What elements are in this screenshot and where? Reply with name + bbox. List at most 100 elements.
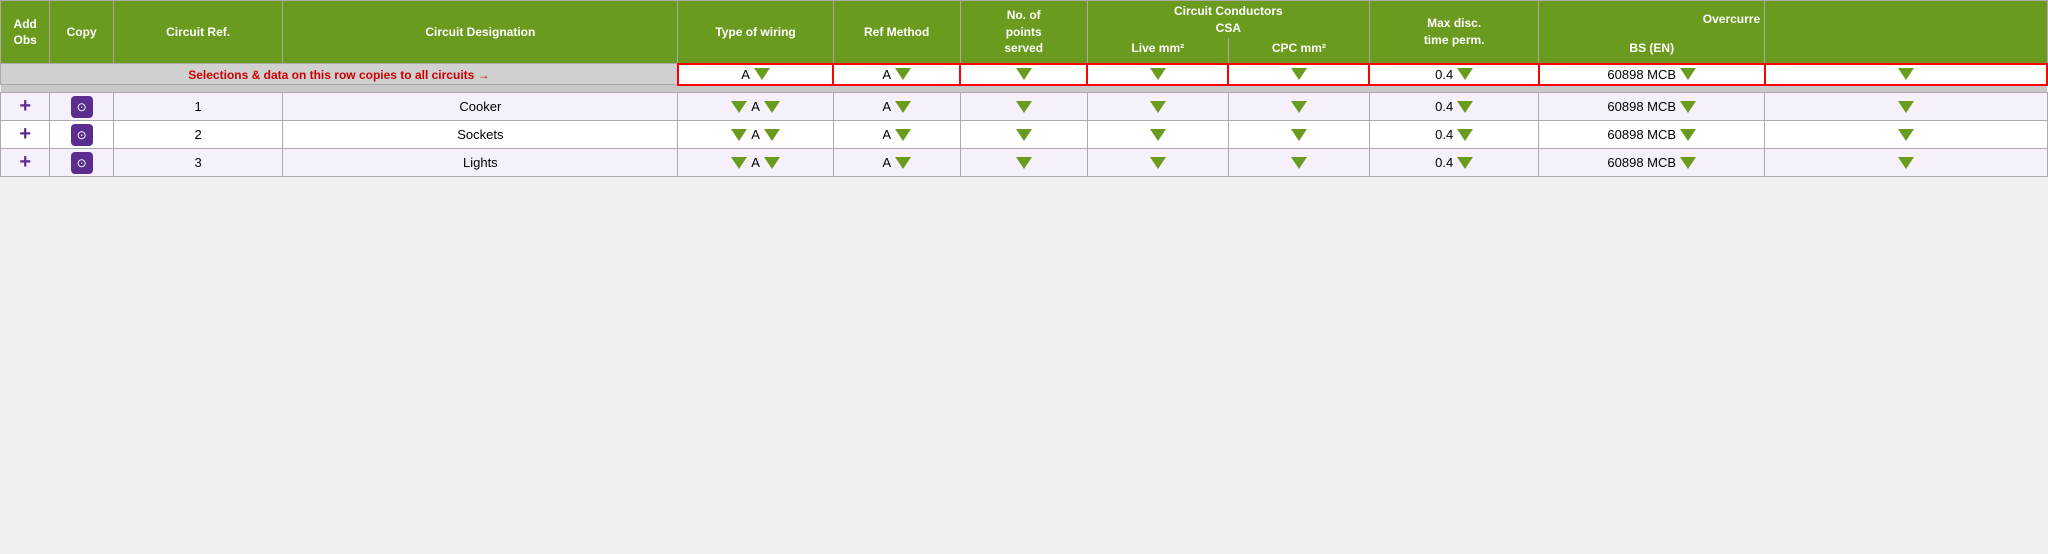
wiring-2[interactable]: A	[678, 121, 833, 149]
live-mm2-header: Live mm²	[1087, 38, 1228, 59]
bsen-arrow-2[interactable]	[1680, 129, 1696, 141]
live-1[interactable]	[1087, 93, 1228, 121]
copy-maxdisc-value: 0.4	[1435, 67, 1453, 82]
extra-1[interactable]	[1765, 93, 2047, 121]
copy-wiring-cell[interactable]: A	[678, 64, 833, 85]
copy-bsen-arrow[interactable]	[1680, 68, 1696, 80]
points-2[interactable]	[960, 121, 1087, 149]
live-arrow-3[interactable]	[1150, 157, 1166, 169]
maxdisc-arrow-1[interactable]	[1457, 101, 1473, 113]
points-arrow-3[interactable]	[1016, 157, 1032, 169]
cpc-3[interactable]	[1228, 149, 1369, 177]
copy-maxdisc-cell[interactable]: 0.4	[1369, 64, 1538, 85]
points-1[interactable]	[960, 93, 1087, 121]
copy-bsen-value: 60898 MCB	[1607, 67, 1676, 82]
ref-method-header: Ref Method	[833, 1, 960, 64]
copy-icon-1[interactable]: ⊙	[50, 93, 114, 121]
maxdisc-2[interactable]: 0.4	[1369, 121, 1538, 149]
extra-arrow-2[interactable]	[1898, 129, 1914, 141]
no-of-points-header: No. ofpointsserved	[960, 1, 1087, 64]
refmethod-1[interactable]: A	[833, 93, 960, 121]
refmethod-2[interactable]: A	[833, 121, 960, 149]
copy-refmethod-cell[interactable]: A	[833, 64, 960, 85]
copy-wiring-value: A	[741, 67, 750, 82]
maxdisc-arrow-2[interactable]	[1457, 129, 1473, 141]
add-btn-3[interactable]: +	[1, 149, 50, 177]
live-arrow-1[interactable]	[1150, 101, 1166, 113]
bsen-arrow-3[interactable]	[1680, 157, 1696, 169]
live-3[interactable]	[1087, 149, 1228, 177]
maxdisc-arrow-3[interactable]	[1457, 157, 1473, 169]
bsen-3[interactable]: 60898 MCB	[1539, 149, 1765, 177]
bsen-2[interactable]: 60898 MCB	[1539, 121, 1765, 149]
extra-header	[1765, 1, 2047, 64]
copy-wiring-arrow[interactable]	[754, 68, 770, 80]
refmethod-arrow-1[interactable]	[895, 101, 911, 113]
live-2[interactable]	[1087, 121, 1228, 149]
separator-row	[1, 85, 2048, 93]
copy-header: Copy	[50, 1, 114, 64]
copy-points-cell[interactable]	[960, 64, 1087, 85]
wiring-arrow-3[interactable]	[731, 157, 747, 169]
cpc-arrow-1[interactable]	[1291, 101, 1307, 113]
wiring-3[interactable]: A	[678, 149, 833, 177]
copy-icon-2[interactable]: ⊙	[50, 121, 114, 149]
cpc-2[interactable]	[1228, 121, 1369, 149]
circuit-row-2: + ⊙ 2 Sockets A	[1, 121, 2048, 149]
add-obs-header: Add Obs	[1, 1, 50, 64]
wiring-arrow-2b[interactable]	[764, 129, 780, 141]
wiring-arrow-3b[interactable]	[764, 157, 780, 169]
circuit-table: Add Obs Copy Circuit Ref. Circuit Design…	[0, 0, 2048, 177]
maxdisc-1[interactable]: 0.4	[1369, 93, 1538, 121]
ref-1: 1	[113, 93, 282, 121]
wiring-arrow-1b[interactable]	[764, 101, 780, 113]
copy-maxdisc-arrow[interactable]	[1457, 68, 1473, 80]
copy-live-cell[interactable]	[1087, 64, 1228, 85]
refmethod-3[interactable]: A	[833, 149, 960, 177]
points-arrow-2[interactable]	[1016, 129, 1032, 141]
bsen-arrow-1[interactable]	[1680, 101, 1696, 113]
cpc-arrow-3[interactable]	[1291, 157, 1307, 169]
wiring-arrow-2[interactable]	[731, 129, 747, 141]
refmethod-arrow-3[interactable]	[895, 157, 911, 169]
copy-row-label-cell: Selections & data on this row copies to …	[1, 64, 678, 85]
copy-live-arrow[interactable]	[1150, 68, 1166, 80]
copy-refmethod-arrow[interactable]	[895, 68, 911, 80]
maxdisc-3[interactable]: 0.4	[1369, 149, 1538, 177]
designation-1: Cooker	[283, 93, 678, 121]
add-btn-1[interactable]: +	[1, 93, 50, 121]
copy-extra-cell[interactable]	[1765, 64, 2047, 85]
points-arrow-1[interactable]	[1016, 101, 1032, 113]
copy-row-label: Selections & data on this row copies to …	[188, 68, 489, 82]
ref-2: 2	[113, 121, 282, 149]
circuit-conductors-header: Circuit ConductorsCSA	[1087, 1, 1369, 39]
copy-cpc-cell[interactable]	[1228, 64, 1369, 85]
wiring-1[interactable]: A	[678, 93, 833, 121]
copy-bsen-cell[interactable]: 60898 MCB	[1539, 64, 1765, 85]
live-arrow-2[interactable]	[1150, 129, 1166, 141]
cpc-1[interactable]	[1228, 93, 1369, 121]
wiring-arrow-1[interactable]	[731, 101, 747, 113]
points-3[interactable]	[960, 149, 1087, 177]
designation-3: Lights	[283, 149, 678, 177]
refmethod-arrow-2[interactable]	[895, 129, 911, 141]
copy-refmethod-value: A	[882, 67, 891, 82]
circuit-designation-header: Circuit Designation	[283, 1, 678, 64]
copy-icon-3[interactable]: ⊙	[50, 149, 114, 177]
extra-arrow-1[interactable]	[1898, 101, 1914, 113]
copy-points-arrow[interactable]	[1016, 68, 1032, 80]
extra-3[interactable]	[1765, 149, 2047, 177]
add-btn-2[interactable]: +	[1, 121, 50, 149]
extra-arrow-3[interactable]	[1898, 157, 1914, 169]
circuit-row-3: + ⊙ 3 Lights A	[1, 149, 2048, 177]
overcurr-header: Overcurre	[1539, 1, 1765, 39]
max-disc-header: Max disc.time perm.	[1369, 1, 1538, 64]
main-table-wrapper: Add Obs Copy Circuit Ref. Circuit Design…	[0, 0, 2048, 177]
copy-template-row: Selections & data on this row copies to …	[1, 64, 2048, 85]
extra-2[interactable]	[1765, 121, 2047, 149]
cpc-arrow-2[interactable]	[1291, 129, 1307, 141]
bsen-1[interactable]: 60898 MCB	[1539, 93, 1765, 121]
copy-extra-arrow[interactable]	[1898, 68, 1914, 80]
copy-cpc-arrow[interactable]	[1291, 68, 1307, 80]
circuit-row-1: + ⊙ 1 Cooker A	[1, 93, 2048, 121]
